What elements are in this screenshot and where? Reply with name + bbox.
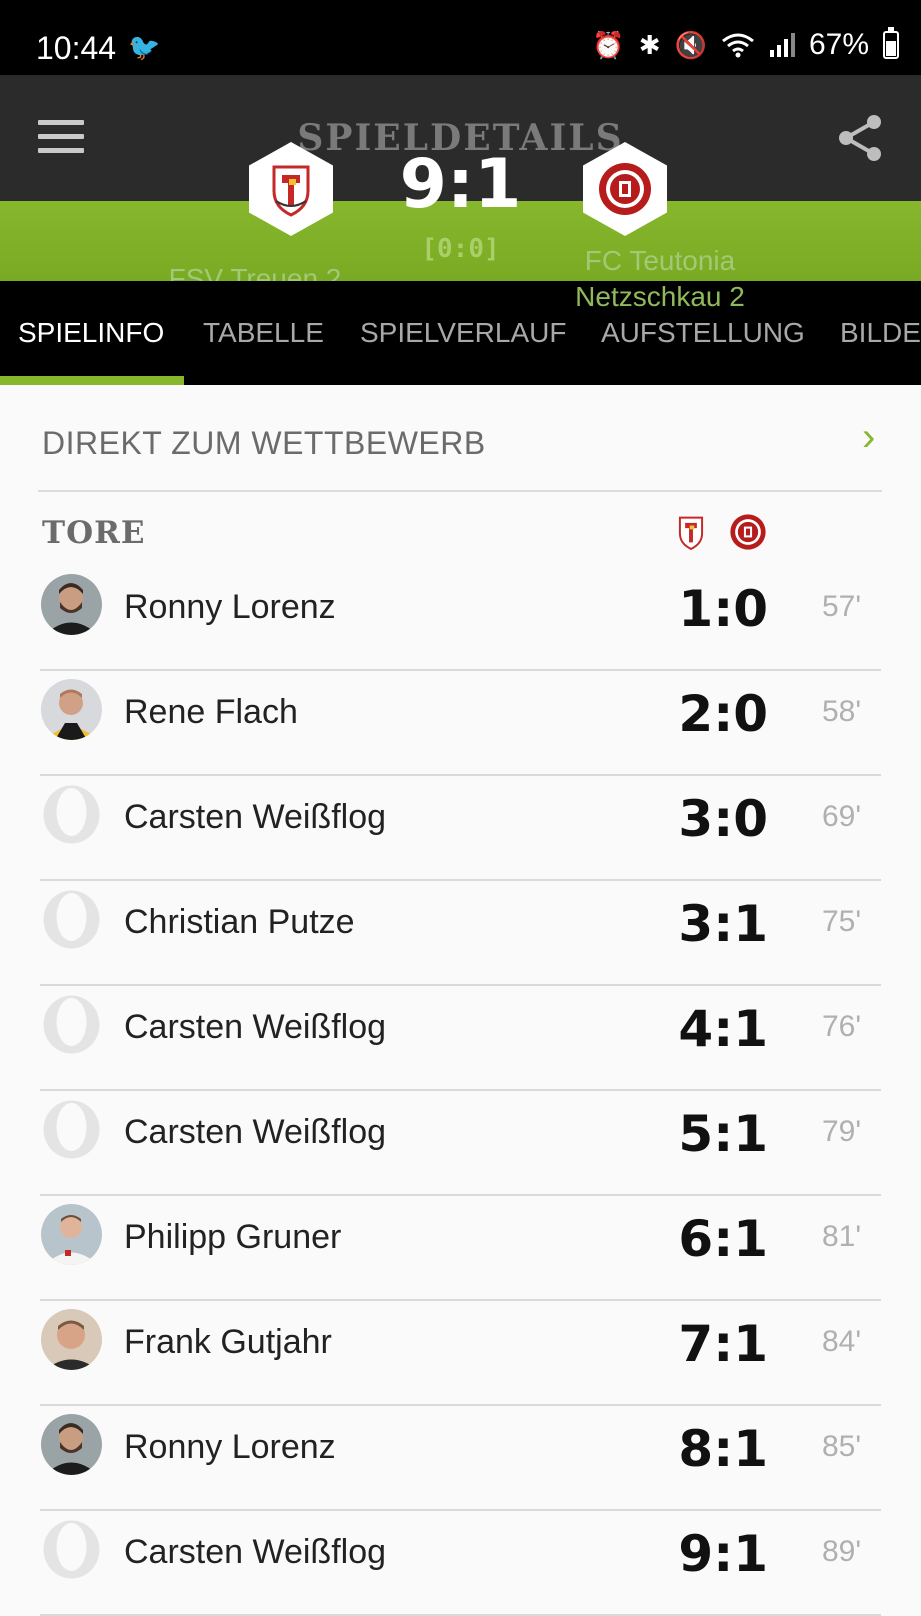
goal-score: 9:1 (678, 1525, 768, 1583)
avatar-placeholder-icon (41, 1099, 102, 1160)
wifi-icon (722, 33, 754, 58)
avatar-placeholder-icon (41, 784, 102, 845)
competition-link[interactable]: DIREKT ZUM WETTBEWERB › (0, 385, 921, 491)
active-tab-indicator (0, 376, 184, 385)
player-name: Ronny Lorenz (124, 1428, 336, 1466)
goal-row[interactable]: Carsten Weißflog 9:1 89' (0, 1511, 921, 1616)
status-icons: ⏰ ✱ 🔇 67% (592, 27, 899, 62)
player-name: Carsten Weißflog (124, 1533, 387, 1571)
bluetooth-icon: ✱ (638, 29, 661, 60)
avatar-placeholder-icon (41, 994, 102, 1055)
home-team-mini-logo (671, 512, 711, 552)
goal-score: 8:1 (678, 1420, 768, 1478)
goal-row[interactable]: Carsten Weißflog 5:1 79' (0, 1091, 921, 1196)
tab-spielinfo[interactable]: SPIELINFO (18, 317, 164, 349)
goal-minute: 58' (822, 695, 862, 728)
section-title-goals: TORE (42, 515, 146, 551)
player-name: Carsten Weißflog (124, 1113, 387, 1151)
battery-icon (883, 27, 899, 59)
goal-row[interactable]: Christian Putze 3:1 75' (0, 881, 921, 986)
goal-minute: 69' (822, 800, 862, 833)
chevron-right-icon: › (862, 415, 876, 459)
signal-icon (769, 33, 795, 57)
goal-minute: 85' (822, 1430, 862, 1463)
goal-minute: 89' (822, 1535, 862, 1568)
match-score: 9:1 (399, 145, 522, 224)
goal-minute: 79' (822, 1115, 862, 1148)
goal-minute: 81' (822, 1220, 862, 1253)
tab-bar: SPIELINFO TABELLE SPIELVERLAUF AUFSTELLU… (0, 281, 921, 385)
goal-score: 6:1 (678, 1210, 768, 1268)
halftime-score: [0:0] (421, 234, 500, 264)
player-name: Carsten Weißflog (124, 1008, 387, 1046)
goal-score: 4:1 (678, 1000, 768, 1058)
tab-spielverlauf[interactable]: SPIELVERLAUF (360, 317, 566, 349)
divider (38, 490, 882, 492)
player-name: Philipp Gruner (124, 1218, 342, 1256)
goal-row[interactable]: Philipp Gruner 6:1 81' (0, 1196, 921, 1301)
goal-row[interactable]: Ronny Lorenz 1:0 57' (0, 566, 921, 671)
status-time: 10:44 (36, 30, 117, 66)
player-avatar (41, 1414, 102, 1475)
player-name: Rene Flach (124, 693, 298, 731)
player-name: Frank Gutjahr (124, 1323, 332, 1361)
goal-score: 7:1 (678, 1315, 768, 1373)
player-name: Ronny Lorenz (124, 588, 336, 626)
goal-minute: 57' (822, 590, 862, 623)
player-avatar (41, 1204, 102, 1265)
status-bar: 10:44 🐦 ⏰ ✱ 🔇 67% (0, 0, 921, 75)
goal-score: 2:0 (678, 685, 768, 743)
goal-row[interactable]: Frank Gutjahr 7:1 84' (0, 1301, 921, 1406)
bird-icon: 🐦 (128, 32, 161, 62)
goal-minute: 84' (822, 1325, 862, 1358)
goal-score: 3:0 (678, 790, 768, 848)
goal-minute: 75' (822, 905, 862, 938)
player-name: Christian Putze (124, 903, 355, 941)
away-team-name-line2[interactable]: Netzschkau 2 (540, 281, 780, 313)
tab-aufstellung[interactable]: AUFSTELLUNG (601, 317, 805, 349)
player-avatar (41, 574, 102, 635)
tab-tabelle[interactable]: TABELLE (203, 317, 324, 349)
goal-row[interactable]: Carsten Weißflog 4:1 76' (0, 986, 921, 1091)
avatar-placeholder-icon (41, 889, 102, 950)
battery-level: 67% (808, 28, 869, 61)
goals-list: Ronny Lorenz 1:0 57' Rene Flach 2:0 58' … (0, 566, 921, 1616)
goal-row[interactable]: Ronny Lorenz 8:1 85' (0, 1406, 921, 1511)
away-team-name-line1[interactable]: FC Teutonia (540, 245, 780, 277)
player-name: Carsten Weißflog (124, 798, 387, 836)
avatar-placeholder-icon (41, 1519, 102, 1580)
away-team-mini-logo (728, 512, 768, 552)
goal-minute: 76' (822, 1010, 862, 1043)
tab-bilder[interactable]: BILDE (840, 317, 921, 349)
goal-row[interactable]: Carsten Weißflog 3:0 69' (0, 776, 921, 881)
goal-score: 5:1 (678, 1105, 768, 1163)
goal-score: 3:1 (678, 895, 768, 953)
away-team-crest-icon (599, 163, 651, 215)
player-avatar (41, 679, 102, 740)
competition-link-label: DIREKT ZUM WETTBEWERB (42, 425, 486, 461)
goal-row[interactable]: Rene Flach 2:0 58' (0, 671, 921, 776)
player-avatar (41, 1309, 102, 1370)
goal-score: 1:0 (678, 580, 768, 638)
mute-icon: 🔇 (674, 29, 707, 60)
alarm-icon: ⏰ (592, 29, 625, 60)
